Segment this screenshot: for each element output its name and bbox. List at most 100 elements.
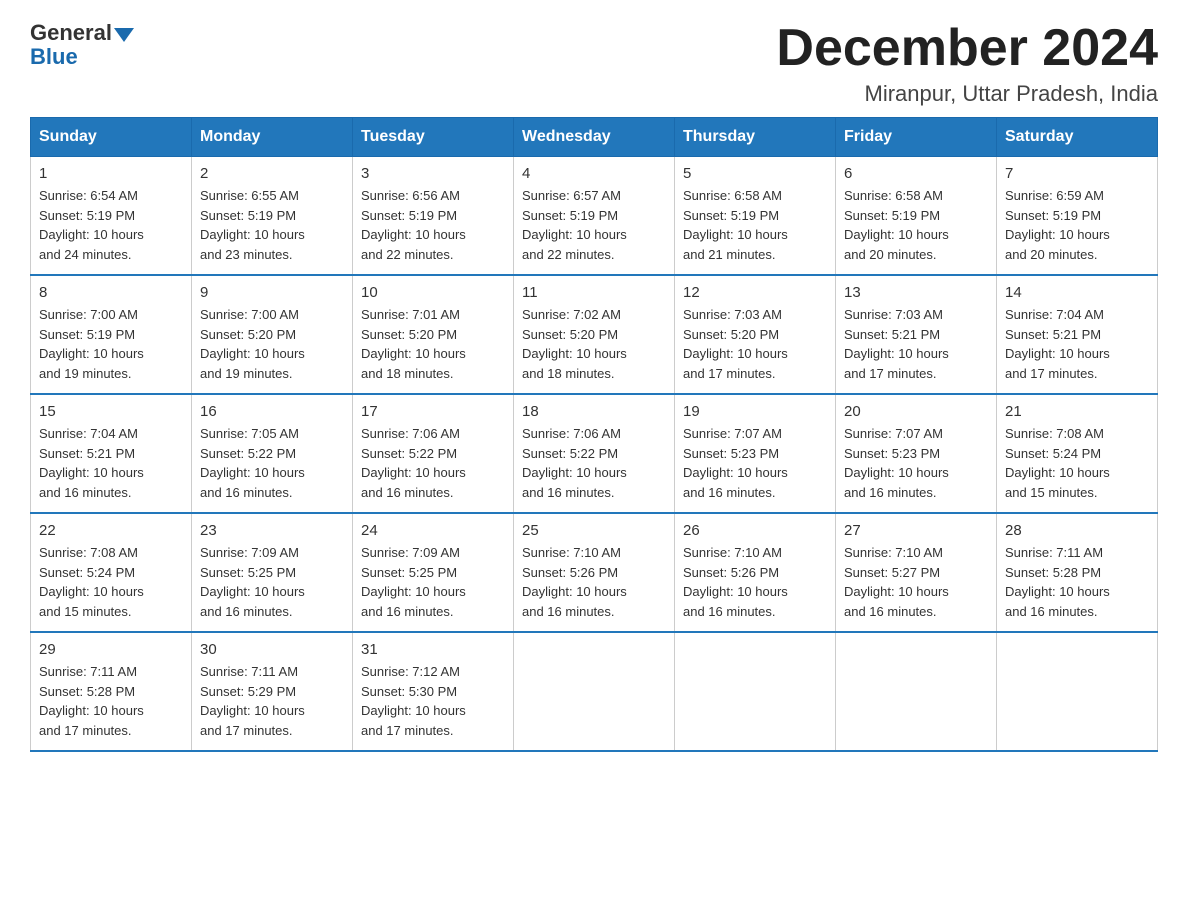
title-area: December 2024 Miranpur, Uttar Pradesh, I… xyxy=(776,20,1158,107)
day-number: 6 xyxy=(844,165,988,182)
table-row: 6 Sunrise: 6:58 AMSunset: 5:19 PMDaylight… xyxy=(836,157,997,276)
day-info: Sunrise: 7:05 AMSunset: 5:22 PMDaylight:… xyxy=(200,426,305,500)
table-row: 30 Sunrise: 7:11 AMSunset: 5:29 PMDayligh… xyxy=(192,632,353,751)
day-info: Sunrise: 7:06 AMSunset: 5:22 PMDaylight:… xyxy=(361,426,466,500)
logo-arrow-icon xyxy=(114,28,134,42)
day-number: 3 xyxy=(361,165,505,182)
calendar-week-row: 29 Sunrise: 7:11 AMSunset: 5:28 PMDayligh… xyxy=(31,632,1158,751)
day-info: Sunrise: 7:02 AMSunset: 5:20 PMDaylight:… xyxy=(522,307,627,381)
table-row: 13Sunrise: 7:03 AMSunset: 5:21 PMDayligh… xyxy=(836,275,997,394)
calendar-header-row: Sunday Monday Tuesday Wednesday Thursday… xyxy=(31,118,1158,157)
table-row: 2Sunrise: 6:55 AMSunset: 5:19 PMDaylight… xyxy=(192,157,353,276)
table-row: 26 Sunrise: 7:10 AMSunset: 5:26 PMDayligh… xyxy=(675,513,836,632)
day-number: 8 xyxy=(39,284,183,301)
day-number: 14 xyxy=(1005,284,1149,301)
day-number: 25 xyxy=(522,522,666,539)
table-row: 5 Sunrise: 6:58 AMSunset: 5:19 PMDaylight… xyxy=(675,157,836,276)
day-info: Sunrise: 7:04 AMSunset: 5:21 PMDaylight:… xyxy=(1005,307,1110,381)
table-row: 10Sunrise: 7:01 AMSunset: 5:20 PMDayligh… xyxy=(353,275,514,394)
header-friday: Friday xyxy=(836,118,997,157)
table-row: 25 Sunrise: 7:10 AMSunset: 5:26 PMDayligh… xyxy=(514,513,675,632)
day-number: 19 xyxy=(683,403,827,420)
logo: General Blue xyxy=(30,20,134,70)
day-number: 27 xyxy=(844,522,988,539)
day-number: 4 xyxy=(522,165,666,182)
day-number: 31 xyxy=(361,641,505,658)
day-number: 24 xyxy=(361,522,505,539)
day-number: 29 xyxy=(39,641,183,658)
table-row: 19 Sunrise: 7:07 AMSunset: 5:23 PMDayligh… xyxy=(675,394,836,513)
logo-blue-text: Blue xyxy=(30,44,78,70)
day-info: Sunrise: 6:58 AMSunset: 5:19 PMDaylight:… xyxy=(844,188,949,262)
day-number: 5 xyxy=(683,165,827,182)
day-info: Sunrise: 6:57 AMSunset: 5:19 PMDaylight:… xyxy=(522,188,627,262)
table-row: 24Sunrise: 7:09 AMSunset: 5:25 PMDayligh… xyxy=(353,513,514,632)
table-row: 1 Sunrise: 6:54 AMSunset: 5:19 PMDaylight… xyxy=(31,157,192,276)
table-row: 29 Sunrise: 7:11 AMSunset: 5:28 PMDayligh… xyxy=(31,632,192,751)
calendar-table: Sunday Monday Tuesday Wednesday Thursday… xyxy=(30,117,1158,752)
day-info: Sunrise: 7:11 AMSunset: 5:28 PMDaylight:… xyxy=(39,664,144,738)
day-info: Sunrise: 7:07 AMSunset: 5:23 PMDaylight:… xyxy=(683,426,788,500)
table-row: 28Sunrise: 7:11 AMSunset: 5:28 PMDayligh… xyxy=(997,513,1158,632)
day-info: Sunrise: 7:00 AMSunset: 5:20 PMDaylight:… xyxy=(200,307,305,381)
table-row: 12Sunrise: 7:03 AMSunset: 5:20 PMDayligh… xyxy=(675,275,836,394)
header-monday: Monday xyxy=(192,118,353,157)
location-subtitle: Miranpur, Uttar Pradesh, India xyxy=(776,81,1158,107)
day-info: Sunrise: 6:55 AMSunset: 5:19 PMDaylight:… xyxy=(200,188,305,262)
calendar-week-row: 22 Sunrise: 7:08 AMSunset: 5:24 PMDayligh… xyxy=(31,513,1158,632)
day-info: Sunrise: 7:04 AMSunset: 5:21 PMDaylight:… xyxy=(39,426,144,500)
day-info: Sunrise: 7:11 AMSunset: 5:29 PMDaylight:… xyxy=(200,664,305,738)
table-row xyxy=(836,632,997,751)
day-number: 1 xyxy=(39,165,183,182)
day-number: 26 xyxy=(683,522,827,539)
table-row: 15 Sunrise: 7:04 AMSunset: 5:21 PMDayligh… xyxy=(31,394,192,513)
day-info: Sunrise: 7:08 AMSunset: 5:24 PMDaylight:… xyxy=(39,545,144,619)
day-number: 10 xyxy=(361,284,505,301)
logo-general-text: General xyxy=(30,20,112,46)
day-info: Sunrise: 7:03 AMSunset: 5:20 PMDaylight:… xyxy=(683,307,788,381)
table-row xyxy=(997,632,1158,751)
day-info: Sunrise: 6:54 AMSunset: 5:19 PMDaylight:… xyxy=(39,188,144,262)
table-row: 14 Sunrise: 7:04 AMSunset: 5:21 PMDayligh… xyxy=(997,275,1158,394)
day-info: Sunrise: 7:10 AMSunset: 5:26 PMDaylight:… xyxy=(683,545,788,619)
table-row: 21Sunrise: 7:08 AMSunset: 5:24 PMDayligh… xyxy=(997,394,1158,513)
table-row: 27 Sunrise: 7:10 AMSunset: 5:27 PMDayligh… xyxy=(836,513,997,632)
table-row: 23Sunrise: 7:09 AMSunset: 5:25 PMDayligh… xyxy=(192,513,353,632)
day-number: 15 xyxy=(39,403,183,420)
day-number: 9 xyxy=(200,284,344,301)
day-info: Sunrise: 6:56 AMSunset: 5:19 PMDaylight:… xyxy=(361,188,466,262)
day-info: Sunrise: 7:07 AMSunset: 5:23 PMDaylight:… xyxy=(844,426,949,500)
day-info: Sunrise: 7:12 AMSunset: 5:30 PMDaylight:… xyxy=(361,664,466,738)
page-header: General Blue December 2024 Miranpur, Utt… xyxy=(30,20,1158,107)
day-info: Sunrise: 7:10 AMSunset: 5:27 PMDaylight:… xyxy=(844,545,949,619)
day-number: 23 xyxy=(200,522,344,539)
table-row xyxy=(675,632,836,751)
day-info: Sunrise: 7:11 AMSunset: 5:28 PMDaylight:… xyxy=(1005,545,1110,619)
header-saturday: Saturday xyxy=(997,118,1158,157)
day-info: Sunrise: 6:58 AMSunset: 5:19 PMDaylight:… xyxy=(683,188,788,262)
calendar-week-row: 1 Sunrise: 6:54 AMSunset: 5:19 PMDaylight… xyxy=(31,157,1158,276)
table-row: 18 Sunrise: 7:06 AMSunset: 5:22 PMDayligh… xyxy=(514,394,675,513)
header-tuesday: Tuesday xyxy=(353,118,514,157)
day-info: Sunrise: 6:59 AMSunset: 5:19 PMDaylight:… xyxy=(1005,188,1110,262)
month-title: December 2024 xyxy=(776,20,1158,77)
day-info: Sunrise: 7:08 AMSunset: 5:24 PMDaylight:… xyxy=(1005,426,1110,500)
calendar-week-row: 8 Sunrise: 7:00 AMSunset: 5:19 PMDaylight… xyxy=(31,275,1158,394)
table-row: 31 Sunrise: 7:12 AMSunset: 5:30 PMDayligh… xyxy=(353,632,514,751)
table-row: 8 Sunrise: 7:00 AMSunset: 5:19 PMDaylight… xyxy=(31,275,192,394)
table-row: 22 Sunrise: 7:08 AMSunset: 5:24 PMDayligh… xyxy=(31,513,192,632)
day-info: Sunrise: 7:10 AMSunset: 5:26 PMDaylight:… xyxy=(522,545,627,619)
table-row: 3 Sunrise: 6:56 AMSunset: 5:19 PMDaylight… xyxy=(353,157,514,276)
day-number: 22 xyxy=(39,522,183,539)
header-wednesday: Wednesday xyxy=(514,118,675,157)
day-info: Sunrise: 7:00 AMSunset: 5:19 PMDaylight:… xyxy=(39,307,144,381)
day-number: 13 xyxy=(844,284,988,301)
day-number: 18 xyxy=(522,403,666,420)
day-info: Sunrise: 7:06 AMSunset: 5:22 PMDaylight:… xyxy=(522,426,627,500)
day-number: 17 xyxy=(361,403,505,420)
day-number: 30 xyxy=(200,641,344,658)
table-row: 17 Sunrise: 7:06 AMSunset: 5:22 PMDayligh… xyxy=(353,394,514,513)
header-sunday: Sunday xyxy=(31,118,192,157)
header-thursday: Thursday xyxy=(675,118,836,157)
day-number: 16 xyxy=(200,403,344,420)
